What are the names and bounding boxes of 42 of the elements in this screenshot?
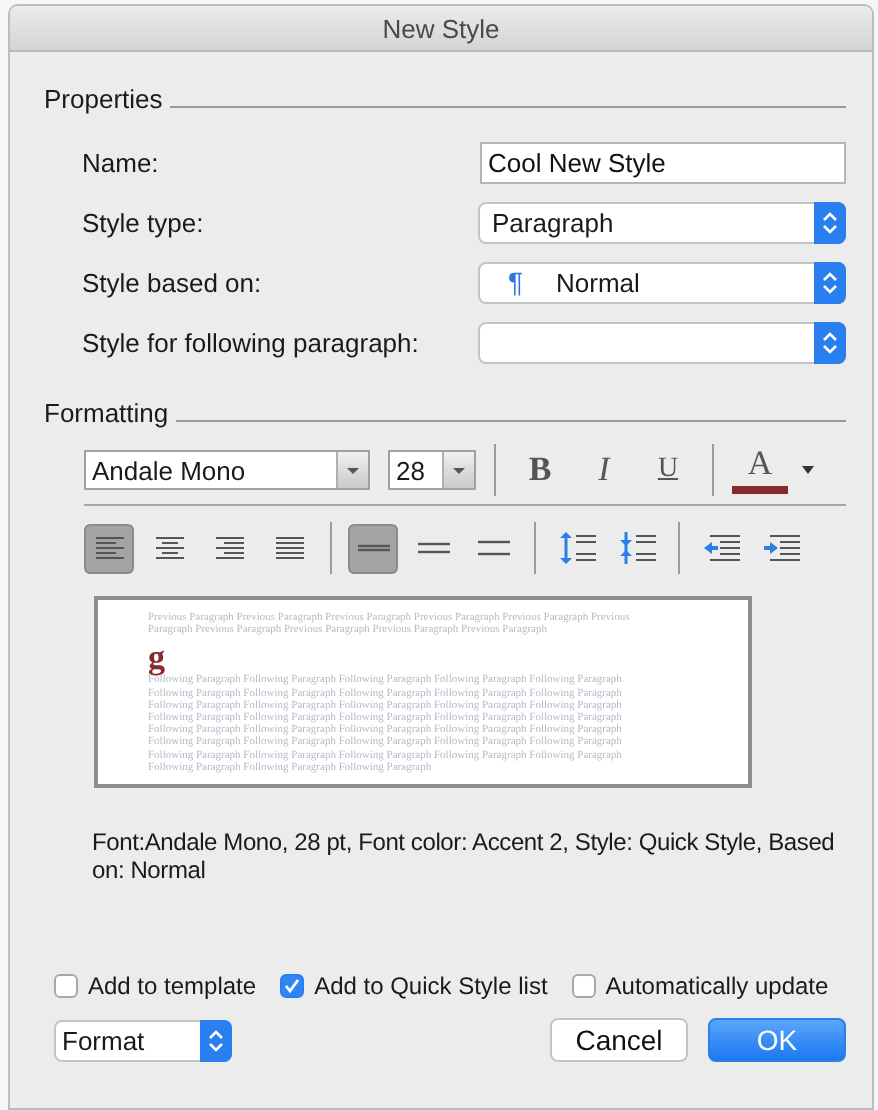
checkbox-label[interactable]: Add to template bbox=[88, 972, 257, 1000]
checkbox[interactable] bbox=[54, 974, 78, 998]
align-left-icon bbox=[91, 534, 127, 562]
dropdown[interactable]: Paragraph bbox=[478, 201, 846, 243]
bold-button[interactable]: B bbox=[514, 446, 566, 494]
dropdown[interactable]: ¶ Normal bbox=[478, 261, 846, 303]
size-combo[interactable]: 28 bbox=[388, 450, 476, 490]
align-right-icon bbox=[211, 534, 247, 562]
section-heading: Formatting bbox=[44, 398, 169, 428]
increase-indent-icon bbox=[761, 532, 801, 564]
style-description: Font:Andale Mono, 28 pt, Font color: Accent 2, Style: Quick Style, Based on: Normal bbox=[92, 828, 837, 884]
field-label: Style based on: bbox=[82, 267, 262, 297]
align-button[interactable] bbox=[84, 523, 134, 573]
checkbox[interactable] bbox=[280, 974, 305, 998]
section-heading: Properties bbox=[44, 84, 163, 114]
format-menu[interactable]: Format bbox=[54, 1019, 232, 1061]
checkbox-label[interactable]: Add to Quick Style list bbox=[314, 972, 548, 1000]
italic-button[interactable]: I bbox=[578, 446, 630, 494]
stepper-arrows-icon[interactable] bbox=[814, 201, 846, 243]
field-label: Style for following paragraph: bbox=[82, 327, 419, 357]
align-center-icon bbox=[151, 534, 187, 562]
decrease-indent-icon bbox=[701, 532, 741, 564]
checkbox-label[interactable]: Automatically update bbox=[605, 972, 829, 1000]
paragraph-spacing-icon bbox=[617, 530, 657, 566]
name-field[interactable]: Cool New Style bbox=[480, 141, 846, 183]
sample-text: g bbox=[148, 644, 165, 673]
align-justify-icon bbox=[271, 534, 307, 562]
font-combo[interactable]: Andale Mono bbox=[84, 450, 370, 490]
stepper-arrows-icon[interactable] bbox=[814, 321, 846, 363]
field-label: Name: bbox=[82, 147, 159, 177]
window-title: New Style bbox=[382, 13, 500, 43]
font-color-button[interactable]: A bbox=[732, 446, 788, 494]
checkbox[interactable] bbox=[571, 974, 596, 998]
field-label: Style type: bbox=[82, 207, 204, 237]
paragraph-spacing-icon bbox=[557, 530, 597, 566]
line-spacing-button[interactable] bbox=[348, 523, 398, 573]
dropdown[interactable] bbox=[478, 321, 846, 363]
underline-button[interactable]: U bbox=[642, 446, 694, 494]
dropdown-arrow-icon[interactable] bbox=[800, 462, 816, 478]
stepper-arrows-icon[interactable] bbox=[200, 1019, 232, 1061]
stepper-arrows-icon[interactable] bbox=[814, 261, 846, 303]
cancel-button[interactable]: Cancel bbox=[550, 1018, 688, 1062]
